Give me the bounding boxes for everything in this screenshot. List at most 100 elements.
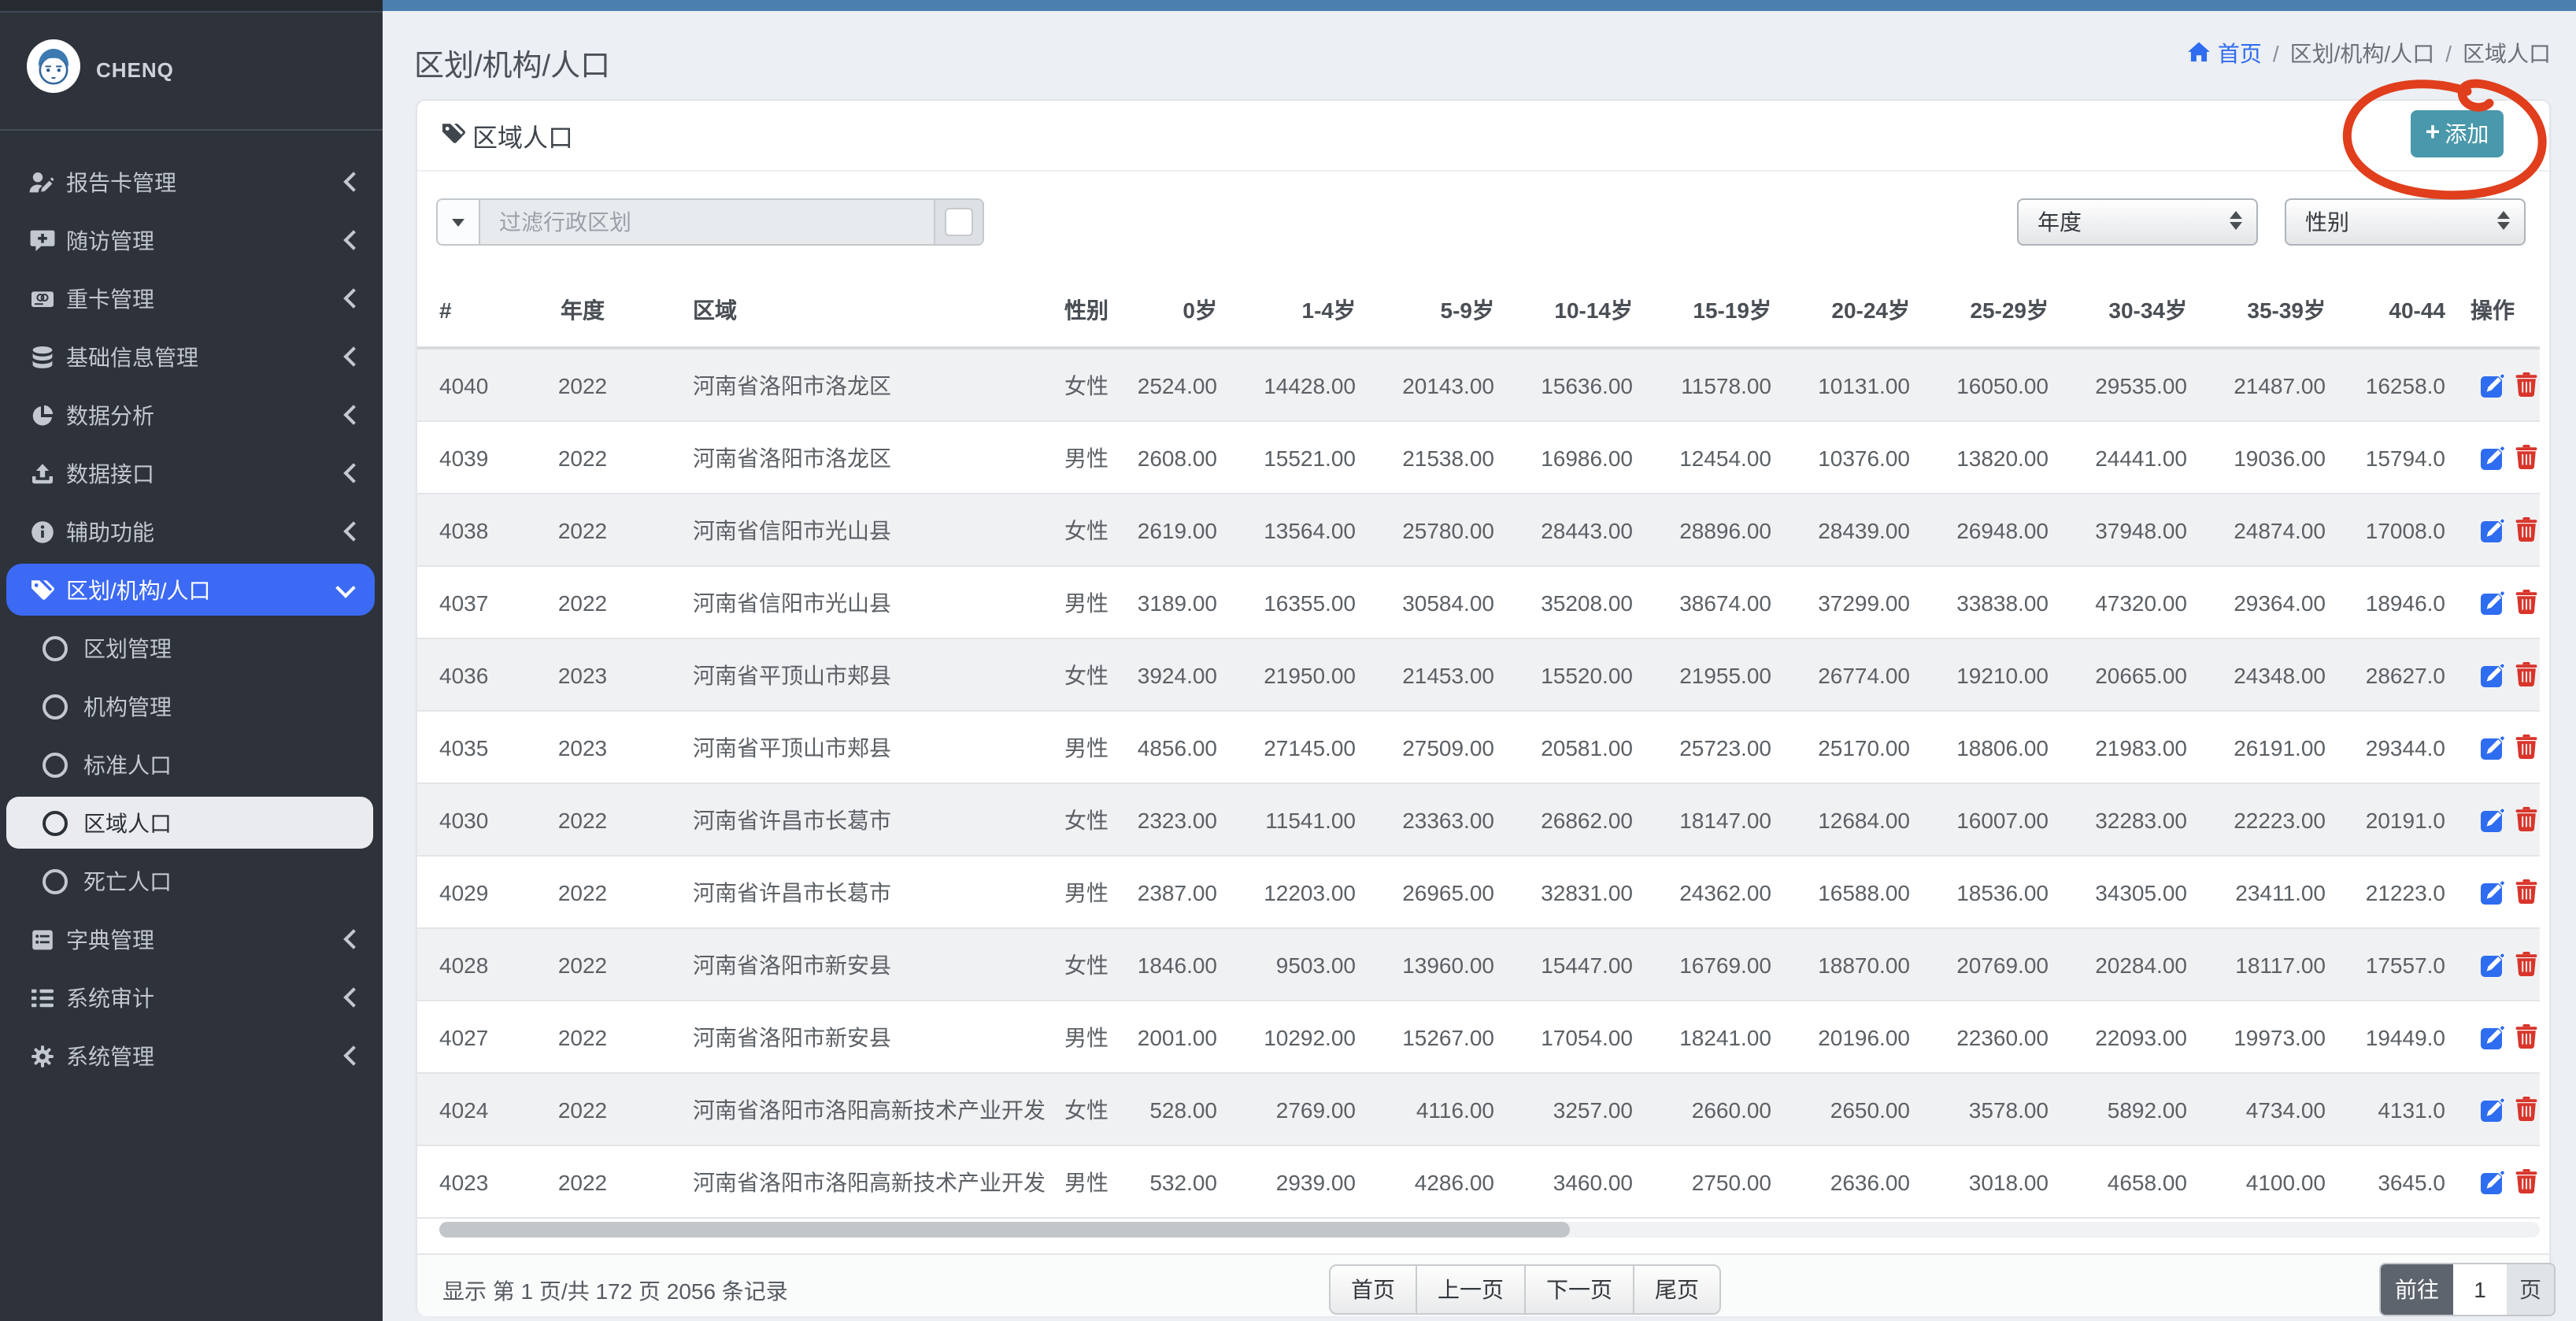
edit-icon[interactable] [2480, 879, 2507, 905]
edit-icon[interactable] [2480, 516, 2507, 543]
edit-icon[interactable] [2480, 734, 2507, 760]
table-cell: 2660.00 [1649, 1097, 1787, 1122]
edit-icon[interactable] [2480, 1168, 2507, 1195]
delete-icon[interactable] [2515, 1168, 2540, 1195]
delete-icon[interactable] [2515, 806, 2540, 833]
edit-icon[interactable] [2480, 1096, 2507, 1123]
table-cell: 12454.00 [1649, 445, 1787, 470]
edit-icon[interactable] [2480, 589, 2507, 616]
table-cell: 25170.00 [1787, 735, 1926, 760]
table-cell: 26774.00 [1787, 662, 1926, 687]
edit-icon[interactable] [2480, 444, 2507, 471]
sidebar-subitem-label: 机构管理 [83, 690, 172, 722]
table-row: 40352023河南省平顶山市郏县男性4856.0027145.0027509.… [417, 712, 2540, 784]
table-cell: 15267.00 [1371, 1024, 1510, 1049]
delete-icon[interactable] [2515, 1096, 2540, 1123]
table-cell: 29344.0 [2341, 735, 2445, 760]
delete-icon[interactable] [2515, 516, 2540, 543]
breadcrumb-separator: / [2273, 41, 2279, 66]
sidebar-item[interactable]: 数据接口 [0, 444, 383, 502]
delete-icon[interactable] [2515, 734, 2540, 760]
delete-icon[interactable] [2515, 444, 2540, 471]
sidebar-subitem[interactable]: 区划管理 [0, 619, 383, 677]
table-cell: 29535.00 [2064, 372, 2203, 398]
table-cell: 2323.00 [1126, 807, 1233, 832]
table-cell: 15447.00 [1510, 952, 1649, 977]
panel-header: 区域人口 + 添加 [417, 101, 2549, 172]
sidebar-subitem[interactable]: 标准人口 [0, 735, 383, 794]
breadcrumb-home-label: 首页 [2218, 38, 2262, 69]
table-cell: 24348.00 [2203, 662, 2341, 687]
column-header: 性别 [1047, 294, 1126, 325]
edit-icon[interactable] [2480, 951, 2507, 978]
edit-icon[interactable] [2480, 1023, 2507, 1050]
table-cell: 2022 [512, 807, 653, 832]
pagination-button[interactable]: 下一页 [1524, 1264, 1634, 1315]
page-title: 区划/机构/人口 [414, 43, 610, 85]
delete-icon[interactable] [2515, 1023, 2540, 1050]
sidebar-item[interactable]: 重卡管理 [0, 269, 383, 327]
gender-select[interactable]: 性别 [2285, 198, 2526, 246]
sidebar-subitem[interactable]: 死亡人口 [0, 852, 383, 910]
sidebar-subitem[interactable]: 机构管理 [0, 677, 383, 735]
table-cell: 3924.00 [1126, 662, 1233, 687]
delete-icon[interactable] [2515, 661, 2540, 688]
sidebar-item[interactable]: 系统审计 [0, 968, 383, 1027]
table-cell: 28443.00 [1510, 517, 1649, 542]
table-cell: 河南省洛阳市洛阳高新技术产业开发区 [653, 1093, 1047, 1125]
sidebar: CHENQ 报告卡管理随访管理重卡管理基础信息管理数据分析数据接口辅助功能区划/… [0, 0, 383, 1321]
year-select[interactable]: 年度 [2017, 198, 2258, 246]
gear-icon [28, 1042, 55, 1069]
sidebar-subitem[interactable]: 区域人口 [6, 797, 373, 849]
goto-button[interactable]: 前往 [2381, 1264, 2453, 1315]
sidebar-item-label: 基础信息管理 [66, 341, 346, 372]
table-cell: 3189.00 [1126, 590, 1233, 615]
table-cell: 男性 [1047, 731, 1126, 763]
sidebar-item[interactable]: 系统管理 [0, 1027, 383, 1085]
add-button[interactable]: + 添加 [2411, 110, 2504, 157]
table-cell: 4035 [417, 735, 512, 760]
sidebar-item[interactable]: 基础信息管理 [0, 327, 383, 386]
delete-icon[interactable] [2515, 589, 2540, 616]
table-cell: 28896.00 [1649, 517, 1787, 542]
table-cell: 5892.00 [2064, 1097, 2203, 1122]
sidebar-item[interactable]: 报告卡管理 [0, 153, 383, 211]
breadcrumb-home-link[interactable]: 首页 [2188, 38, 2262, 69]
table-cell: 21955.00 [1649, 662, 1787, 687]
edit-icon[interactable] [2480, 806, 2507, 833]
pagination-button[interactable]: 首页 [1329, 1264, 1417, 1315]
filter-dropdown-button[interactable] [438, 200, 480, 244]
breadcrumb-section: 区划/机构/人口 [2290, 38, 2435, 69]
sidebar-subitem-label: 标准人口 [83, 749, 172, 780]
sidebar-item[interactable]: 数据分析 [0, 386, 383, 444]
sidebar-item[interactable]: 辅助功能 [0, 502, 383, 561]
edit-icon[interactable] [2480, 372, 2507, 398]
sidebar-item[interactable]: 区划/机构/人口 [6, 564, 375, 616]
delete-icon[interactable] [2515, 951, 2540, 978]
edit-icon[interactable] [2480, 661, 2507, 688]
scrollbar-thumb[interactable] [439, 1222, 1570, 1238]
table-cell: 29364.00 [2203, 590, 2341, 615]
circle-icon [43, 752, 68, 777]
table-cell: 2022 [512, 517, 653, 542]
table-cell: 23411.00 [2203, 879, 2341, 905]
table-cell: 河南省信阳市光山县 [653, 586, 1047, 618]
chevron-left-icon [343, 288, 363, 308]
pagination-button[interactable]: 尾页 [1633, 1264, 1721, 1315]
avatar [27, 39, 80, 101]
table-cell: 11541.00 [1233, 807, 1371, 832]
goto-page-input[interactable] [2453, 1264, 2507, 1315]
delete-icon[interactable] [2515, 879, 2540, 905]
region-filter-input[interactable]: 过滤行政区划 [480, 200, 934, 244]
sidebar-item[interactable]: 随访管理 [0, 211, 383, 269]
table-cell: 2022 [512, 1024, 653, 1049]
column-header: # [417, 297, 512, 322]
sidebar-item[interactable]: 字典管理 [0, 910, 383, 968]
pagination-button[interactable]: 上一页 [1416, 1264, 1526, 1315]
table-cell: 35208.00 [1510, 590, 1649, 615]
data-table: #年度区域性别0岁1-4岁5-9岁10-14岁15-19岁20-24岁25-29… [417, 272, 2540, 1219]
delete-icon[interactable] [2515, 372, 2540, 398]
table-cell: 28439.00 [1787, 517, 1926, 542]
table-cell: 男性 [1047, 1021, 1126, 1053]
filter-checkbox[interactable] [945, 208, 973, 236]
